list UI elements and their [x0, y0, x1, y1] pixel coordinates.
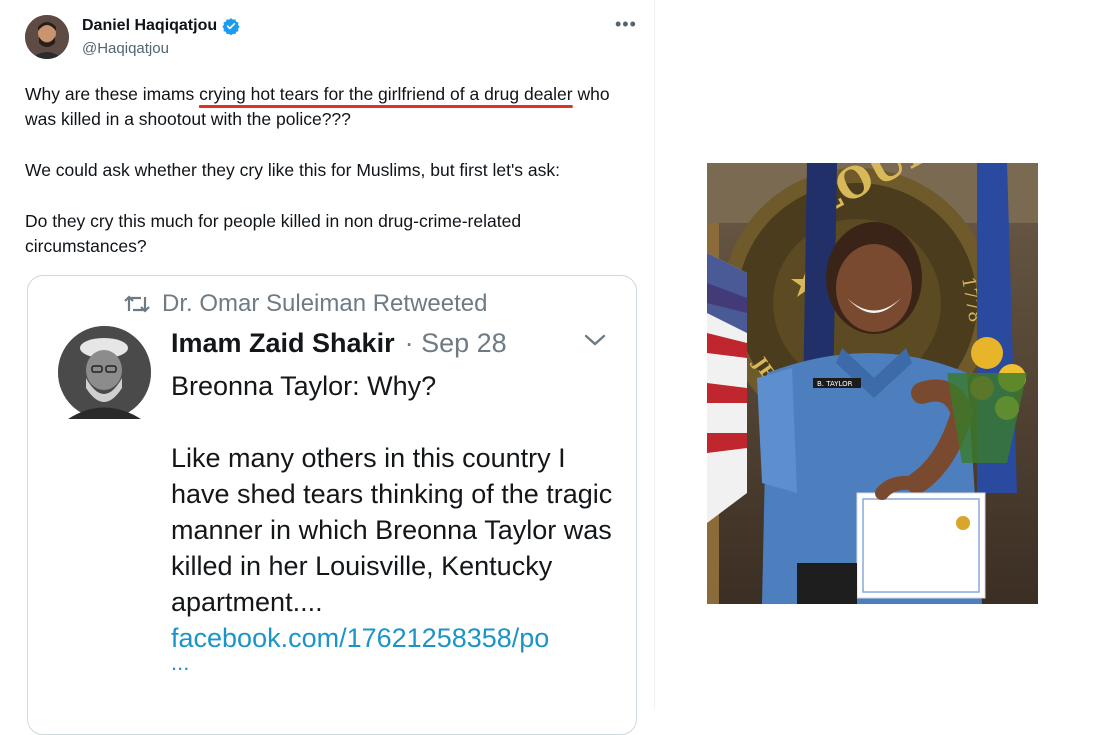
quoted-author-avatar-image — [58, 326, 151, 419]
retweet-label: Dr. Omar Suleiman Retweeted — [162, 290, 488, 317]
tweet-text-pre: Why are these imams — [25, 84, 200, 104]
quoted-author-name: Imam Zaid Shakir — [171, 328, 395, 358]
tweet-paragraph-3: Do they cry this much for people killed … — [25, 211, 522, 256]
tweet-card: Daniel Haqiqatjou @Haqiqatjou ••• Why ar… — [0, 0, 655, 735]
quoted-screenshot[interactable]: Dr. Omar Suleiman Retweeted Imam Zaid Sh… — [27, 275, 637, 735]
verified-badge-icon[interactable] — [222, 17, 240, 35]
tweet-body: Why are these imams crying hot tears for… — [25, 82, 635, 285]
quoted-date: · Sep 28 — [404, 328, 507, 358]
name-tag-text: B. TAYLOR — [817, 380, 853, 388]
retweet-icon — [124, 295, 150, 313]
chevron-down-icon — [584, 334, 606, 346]
tweet-highlighted-phrase: crying hot tears for the girlfriend of a… — [199, 84, 573, 104]
more-options-icon[interactable]: ••• — [615, 14, 637, 35]
author-avatar[interactable] — [25, 15, 69, 59]
author-avatar-image — [25, 15, 69, 59]
author-name-row: Daniel Haqiqatjou — [82, 17, 240, 35]
quoted-author-row: Imam Zaid Shakir · Sep 28 — [171, 328, 507, 359]
quoted-body: Breonna Taylor: Why? Like many others in… — [171, 368, 621, 675]
attached-photo[interactable]: LOUISVILLE 1778 1778 JEF B. TAYLOR — [707, 163, 1038, 604]
quoted-ellipsis: ... — [171, 650, 190, 675]
quoted-paragraph: Like many others in this country I have … — [171, 443, 613, 617]
author-display-name[interactable]: Daniel Haqiqatjou — [82, 17, 217, 35]
photo-image: LOUISVILLE 1778 1778 JEF B. TAYLOR — [707, 163, 1038, 604]
quoted-link: facebook.com/17621258358/po — [171, 623, 550, 653]
author-handle[interactable]: @Haqiqatjou — [82, 40, 169, 57]
tweet-paragraph-1: Why are these imams crying hot tears for… — [25, 82, 635, 132]
tweet-paragraph-2: We could ask whether they cry like this … — [25, 160, 560, 180]
quoted-line-1: Breonna Taylor: Why? — [171, 371, 437, 401]
quoted-author-avatar — [58, 326, 151, 419]
retweet-row: Dr. Omar Suleiman Retweeted — [124, 290, 487, 318]
